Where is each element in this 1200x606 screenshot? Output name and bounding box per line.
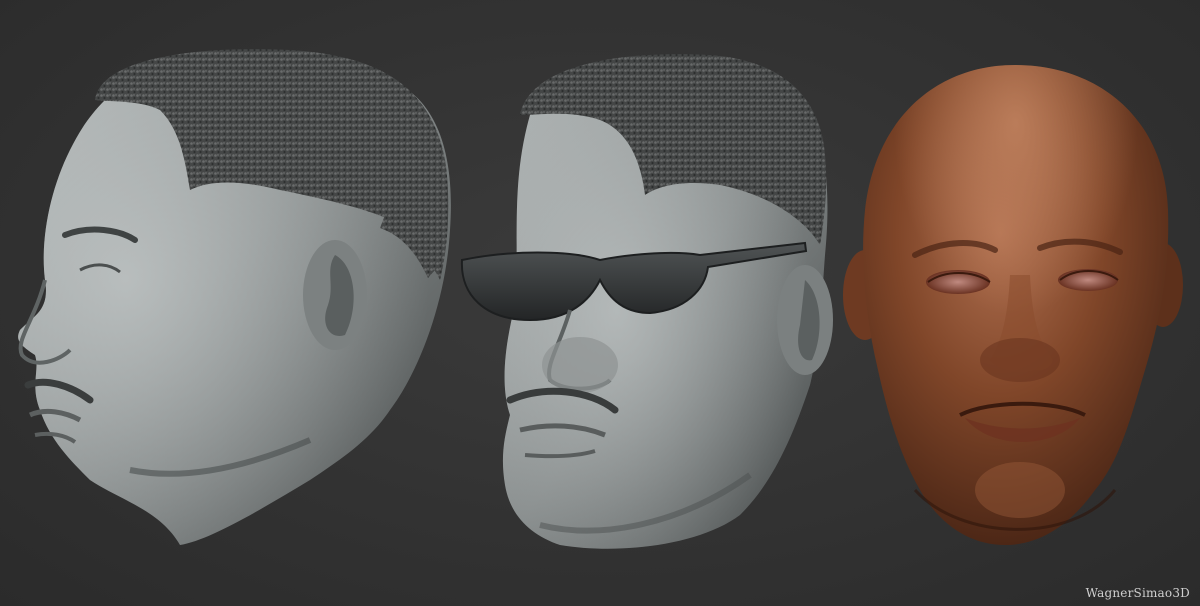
artist-watermark: WagnerSimao3D: [1085, 586, 1190, 600]
sculpt-three-quarter-sunglasses: [450, 45, 840, 560]
skin-head-image: [843, 65, 1183, 545]
profile-head-image: [18, 49, 451, 545]
sunglasses-head-image: [460, 54, 833, 549]
sculpt-profile-view: [10, 40, 460, 560]
viewport: WagnerSimao3D: [0, 0, 1200, 606]
sculpt-front-skin-shaded: [840, 60, 1190, 555]
